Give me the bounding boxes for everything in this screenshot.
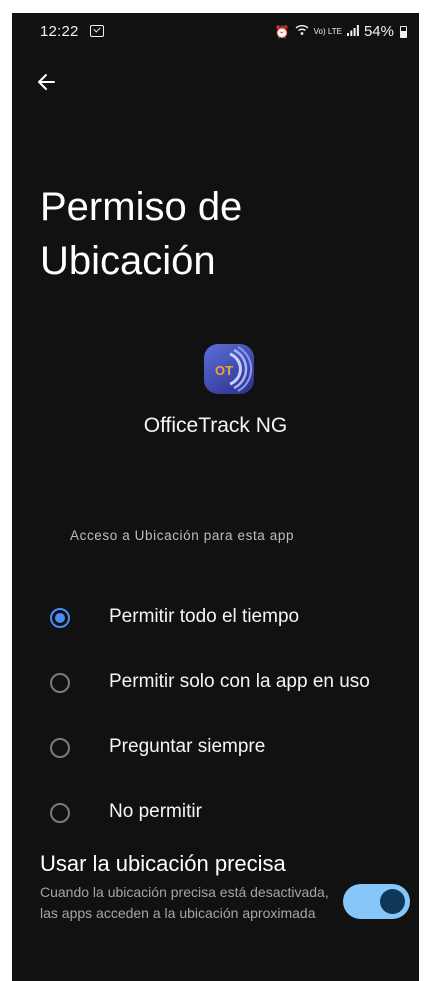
battery-percent: 54% bbox=[363, 23, 394, 40]
precise-location-toggle[interactable] bbox=[343, 884, 410, 919]
option-label: No permitir bbox=[109, 801, 202, 822]
option-ask-every-time[interactable]: Preguntar siempre bbox=[12, 718, 419, 778]
precise-location-title: Usar la ubicación precisa bbox=[40, 851, 286, 876]
option-label: Permitir solo con la app en uso bbox=[109, 671, 370, 692]
status-icons: ⏰ Vo) LTE 54% bbox=[275, 23, 407, 40]
app-icon: OT bbox=[204, 344, 254, 394]
page-title: Permiso de Ubicación bbox=[40, 185, 243, 283]
radio-unselected-icon[interactable] bbox=[50, 803, 70, 823]
option-label: Preguntar siempre bbox=[109, 736, 266, 757]
wifi-icon bbox=[295, 24, 309, 39]
volte-lte-icon: Vo) LTE bbox=[313, 26, 342, 36]
radio-selected-icon[interactable] bbox=[50, 608, 70, 628]
message-notification-icon bbox=[90, 25, 104, 37]
battery-icon bbox=[400, 25, 407, 38]
radio-unselected-icon[interactable] bbox=[50, 673, 70, 693]
app-icon-logo-text: OT bbox=[215, 363, 233, 378]
app-name: OfficeTrack NG bbox=[143, 414, 288, 437]
back-button[interactable] bbox=[32, 67, 62, 97]
status-time: 12:22 bbox=[40, 23, 79, 40]
option-label: Permitir todo el tiempo bbox=[109, 606, 300, 627]
toggle-thumb bbox=[380, 889, 405, 914]
alarm-icon: ⏰ bbox=[274, 24, 290, 39]
radio-unselected-icon[interactable] bbox=[50, 738, 70, 758]
precise-location-description: Cuando la ubicación precisa está desacti… bbox=[40, 884, 329, 921]
signal-strength-icon bbox=[346, 24, 359, 39]
arrow-left-icon bbox=[38, 74, 55, 90]
option-dont-allow[interactable]: No permitir bbox=[12, 783, 419, 843]
status-bar: 12:22 ⏰ Vo) LTE 54% bbox=[12, 13, 419, 51]
screen: 12:22 ⏰ Vo) LTE 54% Permiso de Ubicación… bbox=[12, 13, 419, 981]
option-allow-all-the-time[interactable]: Permitir todo el tiempo bbox=[12, 588, 419, 648]
option-allow-only-while-in-use[interactable]: Permitir solo con la app en uso bbox=[12, 653, 419, 713]
section-label: Acceso a Ubicación para esta app bbox=[70, 528, 295, 543]
